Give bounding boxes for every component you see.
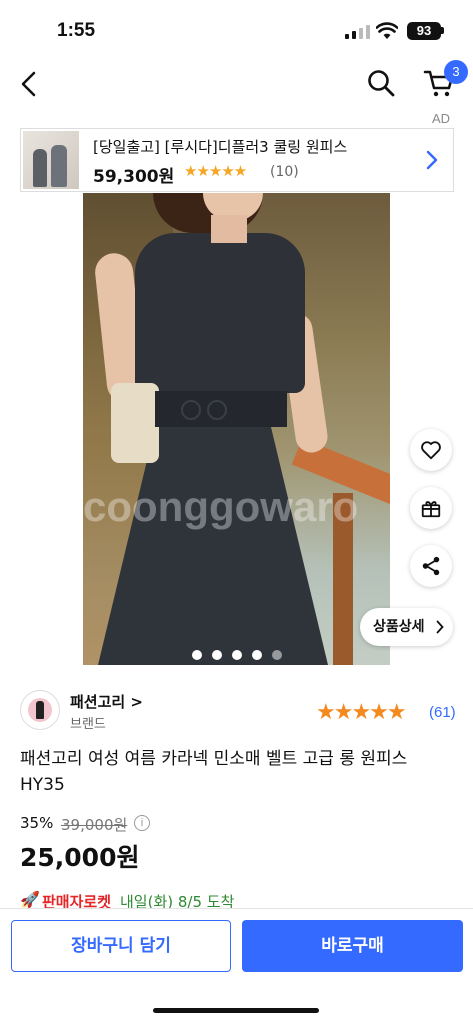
add-to-cart-button[interactable]: 장바구니 담기 xyxy=(11,920,231,972)
back-icon[interactable] xyxy=(18,70,42,98)
gallery-dot xyxy=(192,650,202,660)
status-time: 1:55 xyxy=(57,20,96,41)
sale-price: 25,000원 xyxy=(20,843,140,872)
share-icon xyxy=(422,556,440,576)
ad-title: [당일출고] [루시다]디플러3 쿨링 원피스 xyxy=(93,138,348,156)
gallery-dot xyxy=(232,650,242,660)
product-detail-button[interactable]: 상품상세 xyxy=(360,608,453,646)
search-icon[interactable] xyxy=(366,68,396,98)
chevron-right-icon xyxy=(426,150,438,170)
rating-stars[interactable]: ★★★★★ xyxy=(316,700,407,725)
ad-review-count: (10) xyxy=(270,164,299,180)
battery-tip xyxy=(441,27,444,34)
buy-now-button[interactable]: 바로구매 xyxy=(242,920,463,972)
product-image[interactable]: coonggowaro xyxy=(83,193,390,665)
gallery-dot-active xyxy=(272,650,282,660)
product-detail-label: 상품상세 xyxy=(373,619,425,635)
ad-price: 59,300원 xyxy=(93,167,175,187)
original-price: 39,000원 xyxy=(61,816,128,834)
discount-rate: 35% xyxy=(20,814,54,832)
battery-indicator: 93 xyxy=(407,22,441,40)
info-icon[interactable]: i xyxy=(134,815,150,831)
image-watermark: coonggowaro xyxy=(83,483,359,530)
brand-logo[interactable] xyxy=(20,690,60,730)
heart-icon xyxy=(421,441,441,460)
home-indicator xyxy=(153,1008,319,1013)
gallery-dot xyxy=(252,650,262,660)
brand-name-link[interactable]: 패션고리 > xyxy=(70,691,143,712)
wifi-icon xyxy=(376,22,398,39)
review-count-link[interactable]: (61) xyxy=(429,704,456,721)
gift-button[interactable] xyxy=(410,487,452,529)
chevron-right-icon xyxy=(436,620,444,634)
brand-label: 브랜드 xyxy=(70,717,106,732)
rocket-icon: 🚀 xyxy=(20,890,40,909)
bottom-bar-divider xyxy=(0,908,473,909)
product-title: 패션고리 여성 여름 카라넥 민소매 벨트 고급 롱 원피스 HY35 xyxy=(20,749,408,795)
wishlist-button[interactable] xyxy=(410,429,452,471)
gallery-dot xyxy=(212,650,222,660)
ad-banner[interactable]: [당일출고] [루시다]디플러3 쿨링 원피스 59,300원 ★★★★★ (1… xyxy=(20,128,454,192)
cart-count-badge: 3 xyxy=(444,60,468,84)
share-button[interactable] xyxy=(410,545,452,587)
ad-label: AD xyxy=(432,111,451,126)
ad-thumbnail xyxy=(23,131,79,189)
cellular-signal-icon xyxy=(345,25,371,39)
gift-icon xyxy=(421,501,441,518)
gallery-dots xyxy=(192,650,284,662)
ad-rating-stars: ★★★★★ xyxy=(184,162,247,180)
